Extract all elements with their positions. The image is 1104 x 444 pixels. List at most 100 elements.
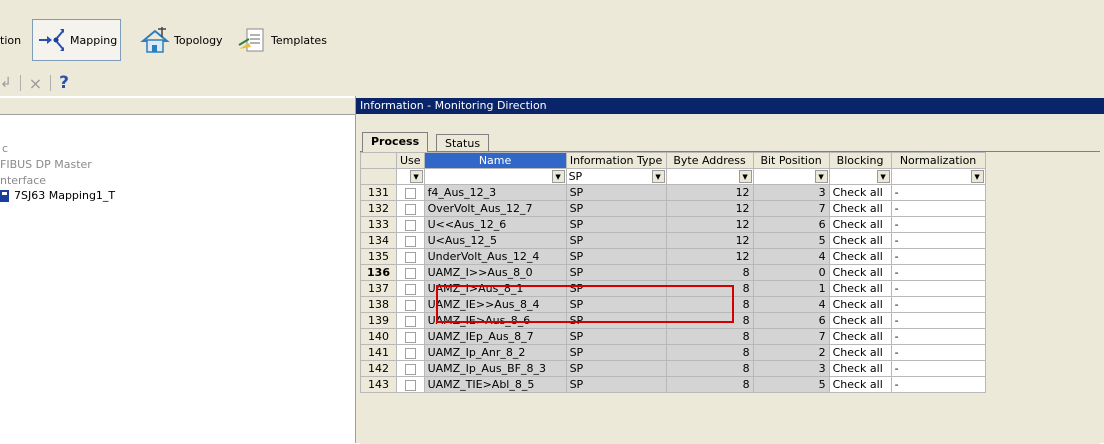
blocking-cell[interactable]: Check all — [828, 296, 892, 313]
blocking-cell[interactable]: Check all — [828, 184, 892, 201]
row-number[interactable]: 132 — [360, 200, 397, 217]
column-header-blocking[interactable]: Blocking — [828, 152, 892, 169]
row-number[interactable]: 137 — [360, 280, 397, 297]
normalization-cell[interactable]: - — [890, 328, 986, 345]
name-cell[interactable]: UAMZ_Ip_Anr_8_2 — [423, 344, 567, 361]
filter-blocking[interactable]: ▼ — [828, 168, 892, 185]
normalization-cell[interactable]: - — [890, 312, 986, 329]
filter-use[interactable]: ▼ — [396, 168, 425, 185]
blocking-cell[interactable]: Check all — [828, 344, 892, 361]
use-checkbox-cell[interactable] — [396, 232, 425, 249]
normalization-cell[interactable]: - — [890, 296, 986, 313]
use-checkbox[interactable] — [404, 331, 416, 343]
normalization-cell[interactable]: - — [890, 360, 986, 377]
information-type-cell[interactable]: SP — [565, 328, 667, 345]
use-checkbox[interactable] — [404, 187, 416, 199]
table-row[interactable]: 131 f4_Aus_12_3 SP 12 3 Check all - — [360, 184, 986, 201]
information-type-cell[interactable]: SP — [565, 376, 667, 393]
byte-address-cell[interactable]: 12 — [665, 232, 754, 249]
use-checkbox-cell[interactable] — [396, 296, 425, 313]
blocking-cell[interactable]: Check all — [828, 216, 892, 233]
use-checkbox-cell[interactable] — [396, 312, 425, 329]
information-type-cell[interactable]: SP — [565, 360, 667, 377]
row-number[interactable]: 142 — [360, 360, 397, 377]
table-row[interactable]: 142 UAMZ_Ip_Aus_BF_8_3 SP 8 3 Check all - — [360, 360, 986, 377]
byte-address-cell[interactable]: 8 — [665, 312, 754, 329]
name-cell[interactable]: UAMZ_IE>>Aus_8_4 — [423, 296, 567, 313]
blocking-cell[interactable]: Check all — [828, 360, 892, 377]
table-row[interactable]: 138 UAMZ_IE>>Aus_8_4 SP 8 4 Check all - — [360, 296, 986, 313]
filter-normalization[interactable]: ▼ — [890, 168, 986, 185]
use-checkbox[interactable] — [404, 219, 416, 231]
bit-position-cell[interactable]: 3 — [752, 184, 830, 201]
bit-position-cell[interactable]: 4 — [752, 296, 830, 313]
use-checkbox-cell[interactable] — [396, 376, 425, 393]
normalization-cell[interactable]: - — [890, 200, 986, 217]
use-checkbox[interactable] — [404, 363, 416, 375]
chevron-down-icon[interactable]: ▼ — [409, 170, 423, 183]
row-number[interactable]: 136 — [360, 264, 397, 281]
tree-item[interactable]: c — [2, 142, 8, 155]
blocking-cell[interactable]: Check all — [828, 248, 892, 265]
byte-address-cell[interactable]: 8 — [665, 328, 754, 345]
table-row[interactable]: 137 UAMZ_I>Aus_8_1 SP 8 1 Check all - — [360, 280, 986, 297]
byte-address-cell[interactable]: 12 — [665, 248, 754, 265]
name-cell[interactable]: UAMZ_I>>Aus_8_0 — [423, 264, 567, 281]
row-number[interactable]: 134 — [360, 232, 397, 249]
byte-address-cell[interactable]: 8 — [665, 296, 754, 313]
normalization-cell[interactable]: - — [890, 248, 986, 265]
name-cell[interactable]: f4_Aus_12_3 — [423, 184, 567, 201]
column-header-use[interactable]: Use — [396, 152, 425, 169]
use-checkbox-cell[interactable] — [396, 328, 425, 345]
blocking-cell[interactable]: Check all — [828, 312, 892, 329]
use-checkbox-cell[interactable] — [396, 216, 425, 233]
use-checkbox-cell[interactable] — [396, 344, 425, 361]
byte-address-cell[interactable]: 12 — [665, 184, 754, 201]
tab-status[interactable]: Status — [436, 134, 490, 152]
byte-address-cell[interactable]: 8 — [665, 376, 754, 393]
normalization-cell[interactable]: - — [890, 264, 986, 281]
name-cell[interactable]: U<<Aus_12_6 — [423, 216, 567, 233]
bit-position-cell[interactable]: 2 — [752, 344, 830, 361]
bit-position-cell[interactable]: 5 — [752, 376, 830, 393]
information-type-cell[interactable]: SP — [565, 184, 667, 201]
use-checkbox-cell[interactable] — [396, 360, 425, 377]
use-checkbox-cell[interactable] — [396, 184, 425, 201]
information-type-cell[interactable]: SP — [565, 216, 667, 233]
bit-position-cell[interactable]: 7 — [752, 328, 830, 345]
information-type-cell[interactable]: SP — [565, 312, 667, 329]
information-type-cell[interactable]: SP — [565, 232, 667, 249]
bit-position-cell[interactable]: 7 — [752, 200, 830, 217]
tree-item-mapping[interactable]: 7SJ63 Mapping1_T — [0, 189, 115, 202]
table-row[interactable]: 143 UAMZ_TIE>Abl_8_5 SP 8 5 Check all - — [360, 376, 986, 393]
information-type-cell[interactable]: SP — [565, 344, 667, 361]
information-type-cell[interactable]: SP — [565, 280, 667, 297]
column-header-bit-position[interactable]: Bit Position — [752, 152, 830, 169]
delete-icon[interactable]: × — [29, 74, 42, 93]
byte-address-cell[interactable]: 8 — [665, 344, 754, 361]
normalization-cell[interactable]: - — [890, 216, 986, 233]
topology-button[interactable]: Topology — [140, 19, 223, 61]
row-number[interactable]: 133 — [360, 216, 397, 233]
help-icon[interactable]: ? — [59, 73, 69, 93]
bit-position-cell[interactable]: 0 — [752, 264, 830, 281]
blocking-cell[interactable]: Check all — [828, 328, 892, 345]
bit-position-cell[interactable]: 6 — [752, 216, 830, 233]
row-number[interactable]: 138 — [360, 296, 397, 313]
table-row[interactable]: 132 OverVolt_Aus_12_7 SP 12 7 Check all - — [360, 200, 986, 217]
name-cell[interactable]: UAMZ_TIE>Abl_8_5 — [423, 376, 567, 393]
name-cell[interactable]: U<Aus_12_5 — [423, 232, 567, 249]
use-checkbox[interactable] — [404, 299, 416, 311]
table-row[interactable]: 140 UAMZ_IEp_Aus_8_7 SP 8 7 Check all - — [360, 328, 986, 345]
normalization-cell[interactable]: - — [890, 344, 986, 361]
use-checkbox[interactable] — [404, 251, 416, 263]
use-checkbox[interactable] — [404, 347, 416, 359]
chevron-down-icon[interactable]: ▼ — [738, 170, 752, 183]
name-cell[interactable]: UAMZ_Ip_Aus_BF_8_3 — [423, 360, 567, 377]
use-checkbox[interactable] — [404, 315, 416, 327]
byte-address-cell[interactable]: 8 — [665, 264, 754, 281]
column-header-byte-address[interactable]: Byte Address — [665, 152, 754, 169]
table-row[interactable]: 134 U<Aus_12_5 SP 12 5 Check all - — [360, 232, 986, 249]
normalization-cell[interactable]: - — [890, 280, 986, 297]
name-cell[interactable]: UAMZ_IE>Aus_8_6 — [423, 312, 567, 329]
